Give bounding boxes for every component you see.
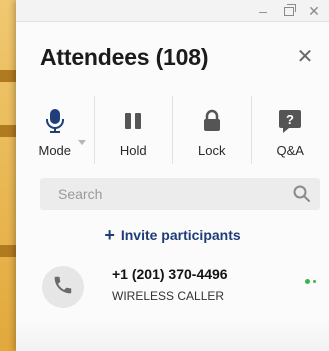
invite-label: Invite participants xyxy=(120,227,241,243)
search-icon[interactable] xyxy=(292,184,312,204)
maximize-icon xyxy=(284,3,296,16)
status-indicator xyxy=(305,279,316,284)
plus-icon: + xyxy=(104,225,115,245)
minimize-button[interactable]: – xyxy=(252,0,274,22)
search-box xyxy=(40,178,320,210)
title-bar: – ✕ xyxy=(16,0,329,22)
qa-button[interactable]: ? Q&A xyxy=(252,96,329,164)
phone-icon xyxy=(52,274,74,301)
lock-label: Lock xyxy=(198,143,226,158)
hold-icon xyxy=(120,108,146,134)
attendee-subtitle: WIRELESS CALLER xyxy=(112,289,225,303)
toolbar: Mode Hold Lock ? Q&A xyxy=(16,96,329,164)
mode-label: Mode xyxy=(38,143,72,158)
status-dot xyxy=(313,280,316,283)
page-title: Attendees (108) xyxy=(40,44,209,70)
maximize-button[interactable] xyxy=(278,0,300,22)
background-band xyxy=(0,245,16,257)
svg-text:?: ? xyxy=(286,112,294,127)
background-band xyxy=(0,70,16,82)
qa-label: Q&A xyxy=(276,143,304,158)
lock-button[interactable]: Lock xyxy=(173,96,252,164)
list-item[interactable]: +1 (201) 370-4496 WIRELESS CALLER xyxy=(40,262,320,310)
hold-button[interactable]: Hold xyxy=(95,96,173,164)
close-icon: ✕ xyxy=(296,46,314,68)
mode-button[interactable]: Mode xyxy=(16,96,95,164)
microphone-icon xyxy=(42,108,68,134)
panel-close-button[interactable]: ✕ xyxy=(294,46,316,68)
attendees-window: – ✕ Attendees (108) ✕ Mode Hold Lock ? Q… xyxy=(16,0,329,351)
search-input[interactable] xyxy=(40,178,280,210)
panel-header: Attendees (108) ✕ xyxy=(40,40,320,80)
background-strip xyxy=(0,0,16,351)
close-icon: ✕ xyxy=(308,2,320,19)
list-footer xyxy=(16,318,329,351)
window-close-button[interactable]: ✕ xyxy=(303,0,325,22)
chevron-down-icon[interactable] xyxy=(77,140,86,145)
status-dot xyxy=(305,279,310,284)
attendee-name: +1 (201) 370-4496 xyxy=(112,266,228,282)
hold-label: Hold xyxy=(119,143,147,158)
lock-icon xyxy=(199,108,225,134)
background-band xyxy=(0,125,16,137)
minimize-icon: – xyxy=(259,3,267,19)
question-bubble-icon: ? xyxy=(277,108,303,134)
avatar xyxy=(42,266,84,308)
invite-participants-button[interactable]: + Invite participants xyxy=(16,224,329,246)
